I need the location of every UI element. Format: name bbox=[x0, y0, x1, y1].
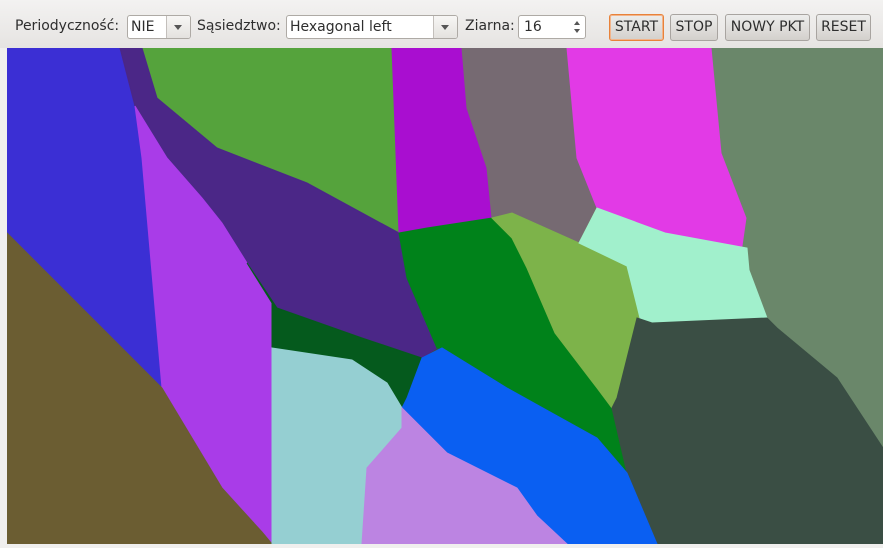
spin-down-icon[interactable] bbox=[574, 29, 580, 33]
grains-spinner[interactable]: 16 bbox=[518, 15, 586, 39]
toolbar: Periodyczność: NIE Sąsiedztwo: Hexagonal… bbox=[0, 0, 883, 49]
app-window: Periodyczność: NIE Sąsiedztwo: Hexagonal… bbox=[0, 0, 883, 548]
window-border bbox=[0, 544, 883, 548]
grain-growth-canvas[interactable] bbox=[7, 48, 883, 544]
window-border bbox=[0, 48, 7, 544]
periodicity-value: NIE bbox=[131, 19, 155, 35]
stop-button[interactable]: STOP bbox=[670, 14, 718, 41]
chevron-down-icon[interactable] bbox=[433, 16, 457, 38]
chevron-down-icon[interactable] bbox=[166, 16, 190, 38]
reset-button[interactable]: RESET bbox=[816, 14, 871, 41]
new-point-button[interactable]: NOWY PKT bbox=[725, 14, 810, 41]
grains-label: Ziarna: bbox=[465, 18, 515, 34]
periodicity-select[interactable]: NIE bbox=[127, 15, 191, 39]
grains-value[interactable]: 16 bbox=[524, 16, 542, 38]
spin-up-icon[interactable] bbox=[574, 21, 580, 25]
spinner-arrows[interactable] bbox=[569, 16, 585, 38]
neighborhood-value: Hexagonal left bbox=[290, 19, 392, 35]
start-button[interactable]: START bbox=[609, 14, 664, 41]
neighborhood-label: Sąsiedztwo: bbox=[197, 18, 281, 34]
neighborhood-select[interactable]: Hexagonal left bbox=[286, 15, 458, 39]
periodicity-label: Periodyczność: bbox=[15, 18, 120, 34]
